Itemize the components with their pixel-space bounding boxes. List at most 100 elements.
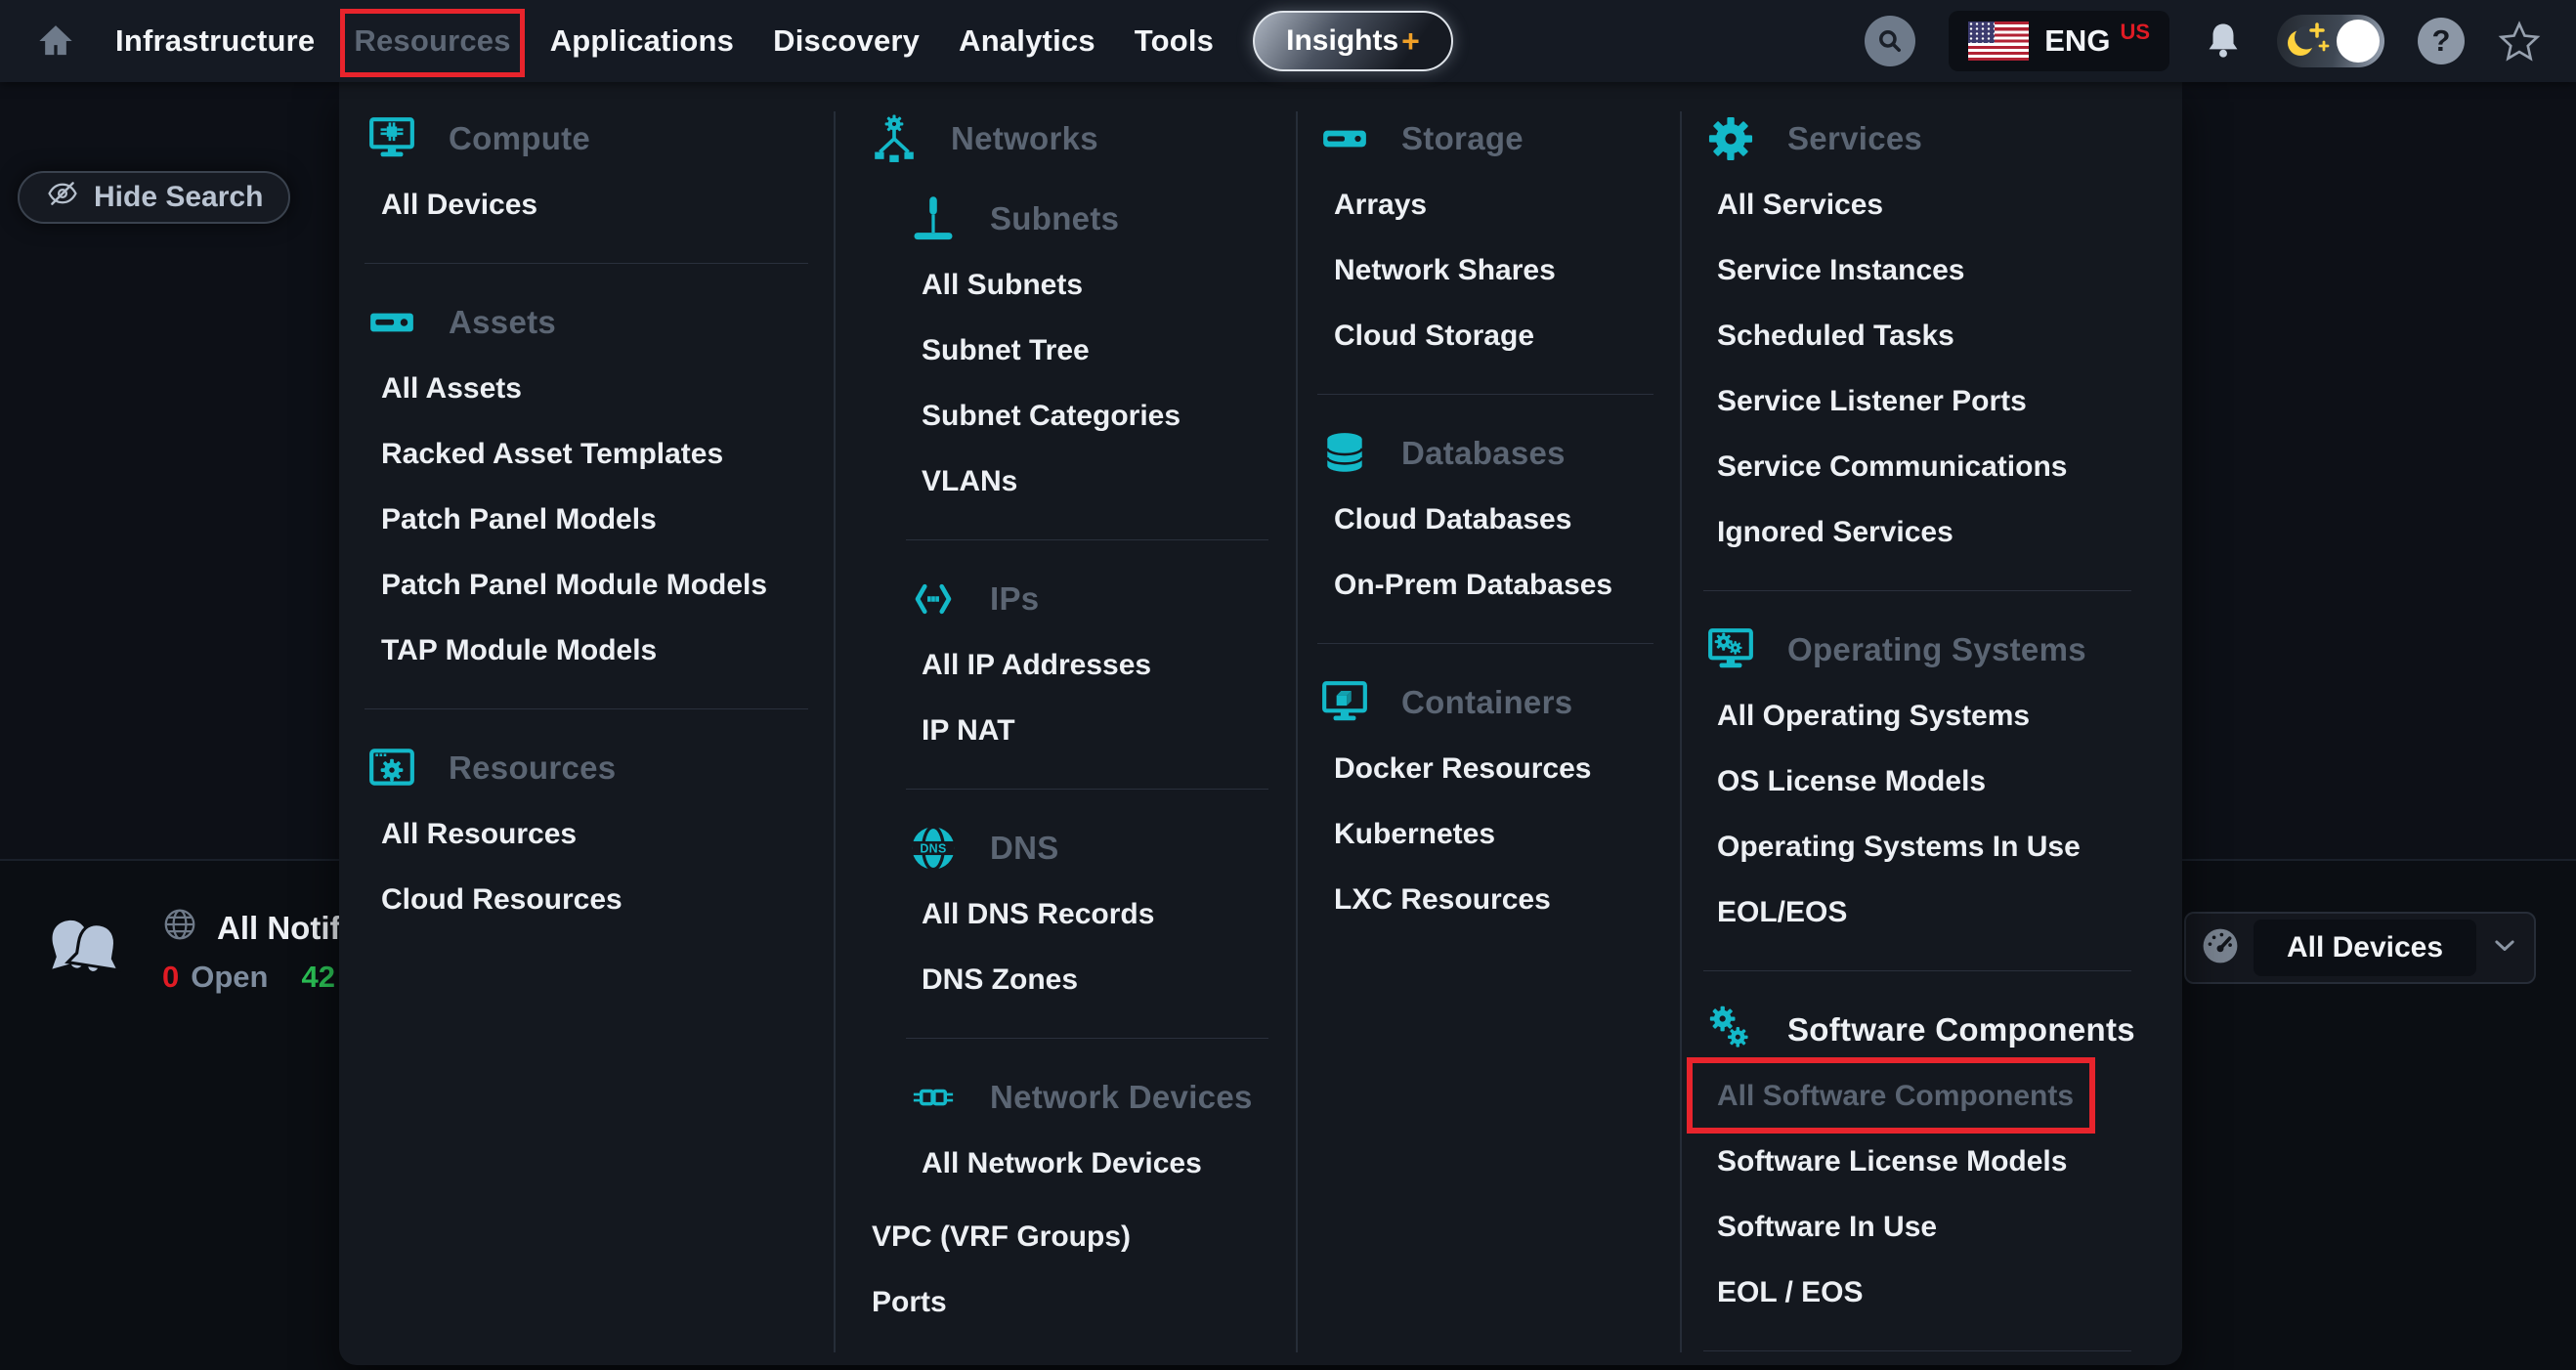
device-scope-dropdown[interactable]: All Devices xyxy=(2184,912,2536,984)
menu-item-scheduled-tasks[interactable]: Scheduled Tasks xyxy=(1703,303,2182,368)
menu-item-all-devices[interactable]: All Devices xyxy=(365,172,834,237)
menu-section-title: Services xyxy=(1787,120,1922,157)
notifications-summary[interactable]: All Notifi 0 Open 42 A xyxy=(39,907,368,995)
insights-plus-button[interactable]: Insights+ xyxy=(1253,11,1453,71)
menu-section-title: Resources xyxy=(449,749,616,787)
hide-search-button[interactable]: Hide Search xyxy=(18,171,290,224)
dns-icon: DNS xyxy=(906,820,961,877)
menu-item-all-services[interactable]: All Services xyxy=(1703,172,2182,237)
menu-item-ignored-services[interactable]: Ignored Services xyxy=(1703,499,2182,565)
menu-item-eol-eos[interactable]: EOL/EOS xyxy=(1703,879,2182,945)
app-screen: Infrastructure Resources Applications Disco… xyxy=(0,0,2576,1370)
nav-item-resources[interactable]: Resources xyxy=(354,0,510,82)
menu-item-all-network-devices[interactable]: All Network Devices xyxy=(867,1131,1297,1196)
menu-section-dns: DNSDNS xyxy=(867,815,1297,881)
menu-item-software-in-use[interactable]: Software In Use xyxy=(1703,1194,2182,1260)
menu-section-software-components: Software Components xyxy=(1703,997,2182,1063)
notification-bells-icon xyxy=(39,907,129,995)
section-divider xyxy=(906,539,1268,540)
menu-item-all-dns-records[interactable]: All DNS Records xyxy=(867,881,1297,947)
menu-section-resources: Resources xyxy=(365,735,834,801)
theme-toggle[interactable] xyxy=(2277,15,2384,67)
menu-item-racked-asset-templates[interactable]: Racked Asset Templates xyxy=(365,421,834,487)
nav-item-tools[interactable]: Tools xyxy=(1135,0,1214,82)
menu-item-service-listener-ports[interactable]: Service Listener Ports xyxy=(1703,368,2182,434)
device-scope-label: All Devices xyxy=(2254,920,2476,976)
help-icon[interactable]: ? xyxy=(2418,18,2465,64)
menu-item-arrays[interactable]: Arrays xyxy=(1317,172,1680,237)
menu-item-vlans[interactable]: VLANs xyxy=(867,449,1297,514)
menu-item-all-operating-systems[interactable]: All Operating Systems xyxy=(1703,683,2182,749)
menu-section-title: Assets xyxy=(449,304,556,341)
search-icon[interactable] xyxy=(1865,16,1915,66)
menu-section-networks: Networks xyxy=(867,106,1297,172)
subnets-icon xyxy=(906,191,961,247)
storage-icon xyxy=(1317,110,1372,167)
nav-item-analytics[interactable]: Analytics xyxy=(959,0,1095,82)
annotation-box-all-software-components xyxy=(1687,1057,2095,1134)
menu-item-dns-zones[interactable]: DNS Zones xyxy=(867,947,1297,1012)
menu-item-all-subnets[interactable]: All Subnets xyxy=(867,252,1297,318)
hide-search-label: Hide Search xyxy=(94,181,263,214)
star-icon[interactable] xyxy=(2498,21,2541,62)
menu-item-software-license-models[interactable]: Software License Models xyxy=(1703,1129,2182,1194)
menu-item-cloud-resources[interactable]: Cloud Resources xyxy=(365,867,834,932)
menu-item-all-software-components[interactable]: All Software Components xyxy=(1703,1063,2182,1129)
menu-section-title: Containers xyxy=(1401,684,1572,721)
databases-icon xyxy=(1317,425,1372,482)
gauge-icon xyxy=(2199,924,2242,972)
menu-item-tap-module-models[interactable]: TAP Module Models xyxy=(365,618,834,683)
chevron-down-icon xyxy=(2488,932,2521,964)
menu-item-service-instances[interactable]: Service Instances xyxy=(1703,237,2182,303)
section-divider xyxy=(1703,1350,2131,1351)
menu-section-title: Software Components xyxy=(1787,1011,2135,1049)
insights-label: Insights xyxy=(1286,24,1398,58)
resources-mega-menu: ComputeAll Devices Assets All AssetsRacked… xyxy=(339,82,2182,1365)
network-devices-icon xyxy=(906,1069,961,1126)
bell-icon[interactable] xyxy=(2203,20,2244,63)
menu-section-title: IPs xyxy=(990,580,1039,618)
menu-item-os-license-models[interactable]: OS License Models xyxy=(1703,749,2182,814)
notifications-text: All Notifi 0 Open 42 A xyxy=(162,907,368,995)
menu-item-network-shares[interactable]: Network Shares xyxy=(1317,237,1680,303)
menu-item-docker-resources[interactable]: Docker Resources xyxy=(1317,736,1680,801)
menu-item-subnet-tree[interactable]: Subnet Tree xyxy=(867,318,1297,383)
menu-column-1: ComputeAll Devices Assets All AssetsRacked… xyxy=(365,82,834,932)
menu-item-eol-eos[interactable]: EOL / EOS xyxy=(1703,1260,2182,1325)
section-divider xyxy=(1317,394,1653,395)
ips-icon xyxy=(906,571,961,627)
menu-item-ports[interactable]: Ports xyxy=(867,1269,1297,1335)
section-divider xyxy=(1703,590,2131,591)
menu-item-patch-panel-models[interactable]: Patch Panel Models xyxy=(365,487,834,552)
menu-item-service-communications[interactable]: Service Communications xyxy=(1703,434,2182,499)
menu-item-vpc-vrf-groups[interactable]: VPC (VRF Groups) xyxy=(867,1204,1297,1269)
menu-item-patch-panel-module-models[interactable]: Patch Panel Module Models xyxy=(365,552,834,618)
menu-item-lxc-resources[interactable]: LXC Resources xyxy=(1317,867,1680,932)
menu-item-subnet-categories[interactable]: Subnet Categories xyxy=(867,383,1297,449)
nav-item-applications[interactable]: Applications xyxy=(550,0,734,82)
nav-item-infrastructure[interactable]: Infrastructure xyxy=(115,0,315,82)
networks-icon xyxy=(867,110,922,167)
menu-column-4: Services All ServicesService InstancesSch… xyxy=(1703,82,2182,1370)
menu-item-on-prem-databases[interactable]: On-Prem Databases xyxy=(1317,552,1680,618)
menu-item-all-ip-addresses[interactable]: All IP Addresses xyxy=(867,632,1297,698)
menu-section-network-devices: Network Devices xyxy=(867,1064,1297,1131)
language-region: US xyxy=(2120,20,2150,45)
home-icon[interactable] xyxy=(35,21,76,62)
menu-item-cloud-storage[interactable]: Cloud Storage xyxy=(1317,303,1680,368)
menu-item-ip-nat[interactable]: IP NAT xyxy=(867,698,1297,763)
section-divider xyxy=(365,263,808,264)
menu-item-all-resources[interactable]: All Resources xyxy=(365,801,834,867)
svg-text:DNS: DNS xyxy=(920,841,946,855)
language-selector[interactable]: ENG US xyxy=(1949,11,2169,71)
section-divider xyxy=(1317,643,1653,644)
menu-item-cloud-databases[interactable]: Cloud Databases xyxy=(1317,487,1680,552)
compute-icon xyxy=(365,110,419,167)
menu-section-ips: IPs xyxy=(867,566,1297,632)
menu-item-kubernetes[interactable]: Kubernetes xyxy=(1317,801,1680,867)
nav-item-discovery[interactable]: Discovery xyxy=(773,0,920,82)
menu-section-compute: Compute xyxy=(365,106,834,172)
menu-section-containers: Containers xyxy=(1317,669,1680,736)
menu-item-operating-systems-in-use[interactable]: Operating Systems In Use xyxy=(1703,814,2182,879)
menu-item-all-assets[interactable]: All Assets xyxy=(365,356,834,421)
